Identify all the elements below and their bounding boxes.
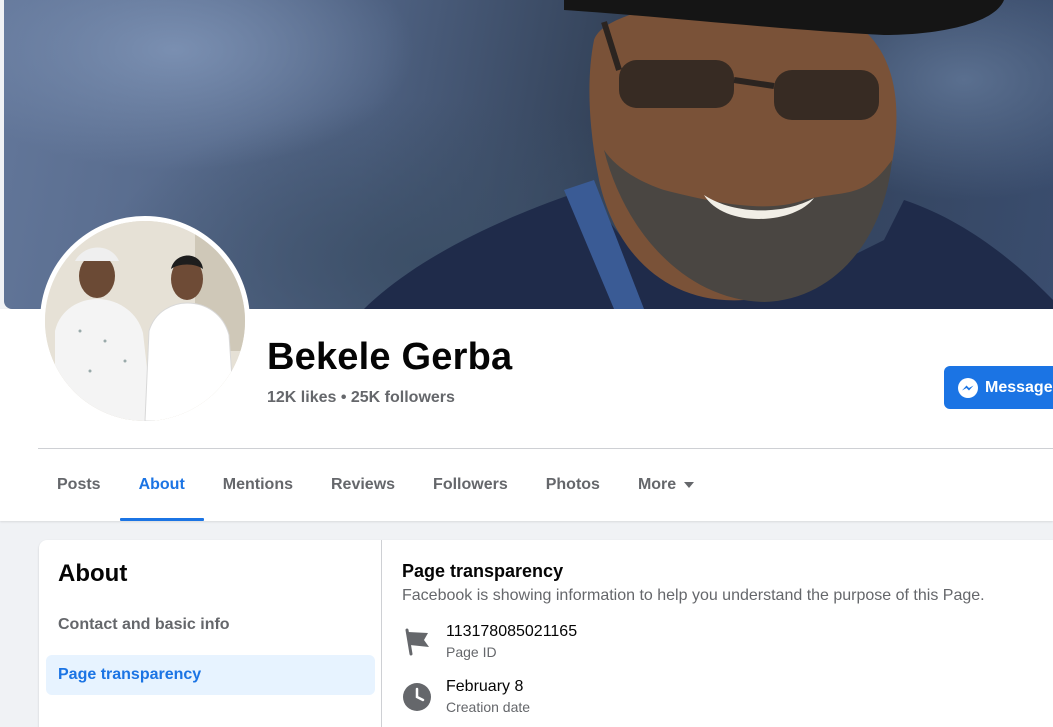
transparency-section: Page transparency Facebook is showing in… <box>383 540 1053 727</box>
page-title: Bekele Gerba <box>267 336 513 378</box>
clock-icon <box>403 683 431 711</box>
tab-about[interactable]: About <box>119 449 204 521</box>
tab-photos[interactable]: Photos <box>527 449 619 521</box>
page-id-label: Page ID <box>446 644 497 660</box>
page-id-value: 113178085021165 <box>446 623 578 640</box>
tab-posts[interactable]: Posts <box>38 449 120 521</box>
info-row-page-id: 113178085021165 Page ID <box>402 623 1002 663</box>
tab-label: Mentions <box>222 476 293 493</box>
section-description: Facebook is showing information to help … <box>402 587 985 604</box>
tab-label: About <box>138 476 185 493</box>
about-card: About Contact and basic info Page transp… <box>39 540 1053 727</box>
creation-date-label: Creation date <box>446 699 531 715</box>
message-button[interactable]: Message <box>944 366 1053 409</box>
profile-tabs: Posts About Mentions Reviews Followers P… <box>38 449 713 521</box>
tab-label: Followers <box>433 476 508 493</box>
flag-icon <box>405 628 429 656</box>
caret-down-icon <box>684 482 695 488</box>
sidebar-item-label: Contact and basic info <box>58 616 230 633</box>
tab-label: More <box>637 476 677 493</box>
tab-label: Photos <box>545 476 600 493</box>
about-heading: About <box>58 560 128 587</box>
tab-more[interactable]: More <box>619 449 713 521</box>
sidebar-item-page-transparency[interactable]: Page transparency <box>46 655 375 695</box>
creation-date-value: February 8 <box>446 678 524 695</box>
avatar-photo <box>45 221 245 421</box>
tab-reviews[interactable]: Reviews <box>312 449 414 521</box>
page-stats[interactable]: 12K likes • 25K followers <box>267 389 455 407</box>
message-button-label: Message <box>985 378 1053 396</box>
avatar-illustration <box>45 221 245 421</box>
tab-mentions[interactable]: Mentions <box>204 449 312 521</box>
sidebar-item-contact-info[interactable]: Contact and basic info <box>46 605 375 645</box>
tab-label: Reviews <box>331 476 396 493</box>
messenger-icon <box>958 377 978 398</box>
section-title: Page transparency <box>402 561 564 581</box>
tab-followers[interactable]: Followers <box>414 449 527 521</box>
sidebar-item-label: Page transparency <box>58 666 202 683</box>
profile-avatar[interactable] <box>40 216 250 426</box>
tab-label: Posts <box>57 476 101 493</box>
info-row-creation-date: February 8 Creation date <box>402 678 1002 718</box>
about-sidebar: About Contact and basic info Page transp… <box>39 540 382 727</box>
